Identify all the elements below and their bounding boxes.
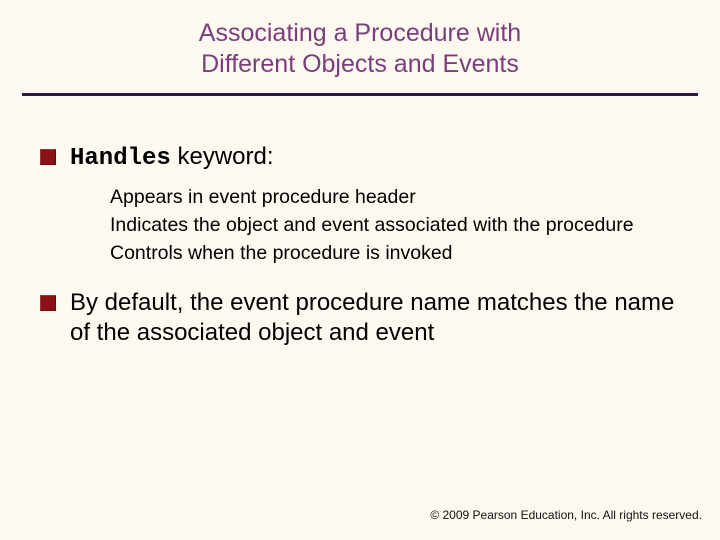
bullet-rest: By default, the event procedure name mat… [70, 289, 674, 346]
sub-list: Appears in event procedure header Indica… [110, 184, 680, 267]
keyword-mono: Handles [70, 145, 171, 172]
slide-title: Associating a Procedure with Different O… [0, 0, 720, 81]
bullet-item: By default, the event procedure name mat… [40, 288, 680, 348]
bullet-text: Handles keyword: [70, 142, 274, 174]
copyright-footer: © 2009 Pearson Education, Inc. All right… [430, 508, 702, 522]
bullet-text: By default, the event procedure name mat… [70, 288, 680, 348]
square-bullet-icon [40, 295, 56, 311]
title-line-2: Different Objects and Events [0, 49, 720, 80]
sub-item: Indicates the object and event associate… [110, 212, 680, 238]
bullet-item: Handles keyword: [40, 142, 680, 174]
content-area: Handles keyword: Appears in event proced… [0, 96, 720, 349]
square-bullet-icon [40, 149, 56, 165]
sub-item: Controls when the procedure is invoked [110, 240, 680, 266]
title-line-1: Associating a Procedure with [0, 18, 720, 49]
sub-item: Appears in event procedure header [110, 184, 680, 210]
bullet-rest: keyword: [171, 143, 274, 170]
